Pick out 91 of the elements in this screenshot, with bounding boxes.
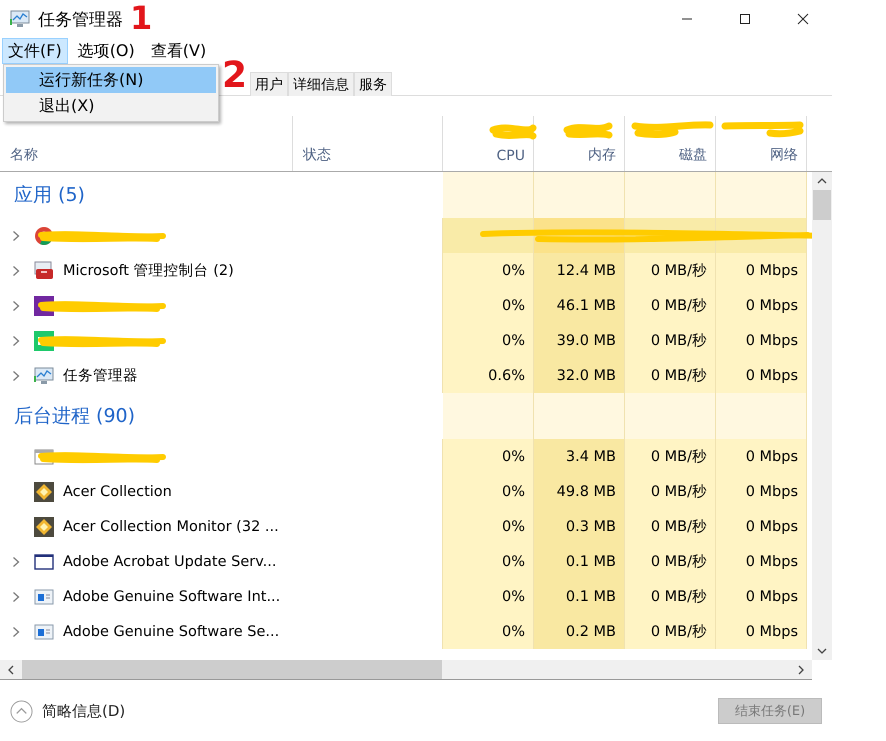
table-cell: 0%	[443, 544, 534, 579]
monitor-icon	[10, 10, 30, 28]
group-header: 应用 (5)	[13, 183, 85, 208]
window-icon	[34, 552, 54, 572]
table-cell: 0%	[443, 614, 534, 649]
close-icon[interactable]	[797, 13, 809, 25]
expand-chevron-icon[interactable]	[12, 230, 20, 242]
menu-item[interactable]: 运行新任务(N)	[6, 67, 216, 93]
expand-chevron-icon[interactable]	[12, 370, 20, 382]
table-cell: 12.4 MB	[534, 253, 625, 288]
expand-chevron-icon[interactable]	[12, 590, 20, 602]
table-cell: 0 MB/秒	[625, 288, 716, 323]
tab[interactable]: 详细信息	[288, 72, 354, 96]
table-cell: 0 Mbps	[716, 253, 807, 288]
table-cell: 39.0 MB	[534, 323, 625, 358]
expand-chevron-icon[interactable]	[12, 556, 20, 568]
table-cell: 0 Mbps	[716, 614, 807, 649]
scroll-down-icon[interactable]	[817, 648, 827, 654]
window-title: 任务管理器	[38, 8, 123, 30]
menu-item[interactable]: 选项(O)	[72, 38, 141, 64]
scroll-right-icon[interactable]	[798, 664, 804, 674]
table-cell: 0 MB/秒	[625, 579, 716, 614]
menu-item[interactable]: 文件(F)	[2, 38, 68, 64]
table-cell: 0 Mbps	[716, 323, 807, 358]
process-name: Microsoft 管理控制台 (2)	[63, 262, 234, 280]
table-cell: 0 Mbps	[716, 509, 807, 544]
scroll-left-icon[interactable]	[8, 664, 14, 674]
table-cell: 0%	[443, 253, 534, 288]
table-cell: 0%	[443, 509, 534, 544]
table-cell: 0 MB/秒	[625, 614, 716, 649]
process-name: Acer Collection Monitor (32 ...	[63, 518, 279, 534]
group-header: 后台进程 (90)	[13, 404, 136, 429]
diamond-icon	[34, 482, 54, 502]
table-cell: 32.0 MB	[534, 358, 625, 393]
process-name: Adobe Genuine Software Se...	[63, 624, 280, 640]
table-cell: 0 MB/秒	[625, 439, 716, 474]
table-cell: 0.3 MB	[534, 509, 625, 544]
expand-chevron-icon[interactable]	[12, 300, 20, 312]
table-cell: 0 Mbps	[716, 579, 807, 614]
table-cell: 0%	[443, 323, 534, 358]
table-cell: 0.2 MB	[534, 614, 625, 649]
table-cell: 0 MB/秒	[625, 323, 716, 358]
column-header[interactable]: 磁盘	[625, 116, 716, 171]
process-name: Adobe Genuine Software Int...	[63, 588, 280, 604]
table-cell: 0 Mbps	[716, 474, 807, 509]
table-cell: 0.6%	[443, 358, 534, 393]
process-name: 任务管理器	[63, 367, 138, 385]
details-toggle[interactable]: 简略信息(D)	[10, 700, 126, 722]
table-cell: 0 MB/秒	[625, 358, 716, 393]
menu-item[interactable]: 查看(V)	[144, 38, 212, 64]
table-cell: 0 Mbps	[716, 544, 807, 579]
process-name: Adobe Acrobat Update Serv...	[63, 554, 276, 570]
expand-chevron-icon[interactable]	[12, 264, 20, 276]
table-cell: 0 Mbps	[716, 288, 807, 323]
table-cell: 0 Mbps	[716, 358, 807, 393]
column-header[interactable]: 网络	[716, 116, 807, 171]
column-header[interactable]: CPU	[443, 116, 534, 171]
scrollbar-thumb[interactable]	[813, 190, 831, 220]
monitor-icon	[34, 366, 54, 386]
tab[interactable]: 用户	[250, 72, 288, 96]
table-cell: 0%	[443, 474, 534, 509]
window-icon	[34, 622, 54, 642]
table-cell: 0%	[443, 439, 534, 474]
annotation-number: 2	[222, 58, 248, 94]
scroll-up-icon[interactable]	[817, 178, 827, 184]
table-cell: 0 MB/秒	[625, 509, 716, 544]
expand-chevron-icon[interactable]	[12, 626, 20, 638]
table-cell: 0.1 MB	[534, 579, 625, 614]
collapse-icon[interactable]	[10, 700, 33, 722]
maximize-icon[interactable]	[739, 13, 751, 25]
scrollbar-thumb[interactable]	[22, 660, 442, 679]
annotation-number: 1	[130, 2, 152, 34]
table-cell: 3.4 MB	[534, 439, 625, 474]
table-cell: 0 MB/秒	[625, 253, 716, 288]
table-cell: 0%	[443, 579, 534, 614]
table-cell: 0 Mbps	[716, 439, 807, 474]
menu-item[interactable]: 退出(X)	[6, 93, 216, 119]
diamond-icon	[34, 516, 54, 536]
expand-chevron-icon[interactable]	[12, 334, 20, 346]
table-cell: 49.8 MB	[534, 474, 625, 509]
table-cell: 0%	[443, 288, 534, 323]
table-cell: 0 MB/秒	[625, 544, 716, 579]
process-name: Acer Collection	[63, 484, 172, 500]
toolbox-icon	[34, 260, 54, 280]
table-cell: 0.1 MB	[534, 544, 625, 579]
column-header[interactable]: 状态	[293, 116, 443, 171]
window-icon	[34, 586, 54, 606]
column-header[interactable]: 内存	[534, 116, 625, 171]
table-cell: 46.1 MB	[534, 288, 625, 323]
tab[interactable]: 服务	[354, 72, 392, 96]
table-cell: 0 MB/秒	[625, 474, 716, 509]
